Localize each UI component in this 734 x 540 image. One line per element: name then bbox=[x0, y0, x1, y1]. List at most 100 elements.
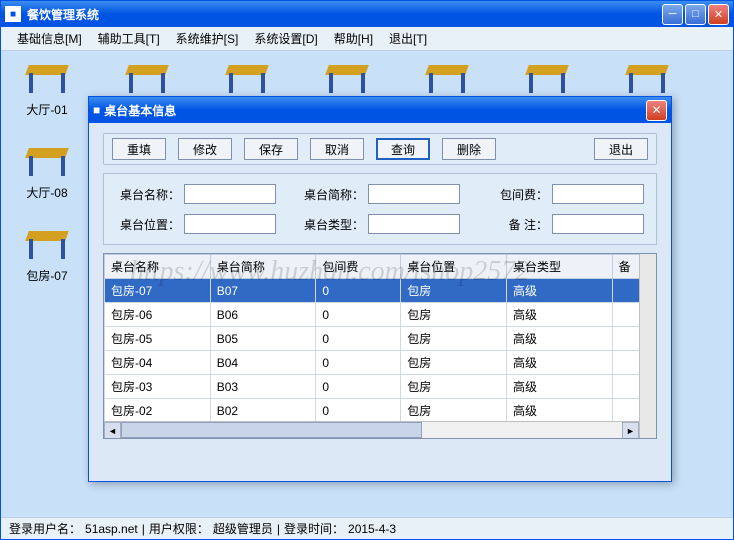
dialog-title: 桌台基本信息 bbox=[104, 102, 646, 119]
table-row[interactable]: 包房-03B030包房高级 bbox=[105, 375, 656, 399]
position-label: 桌台位置： bbox=[116, 216, 180, 233]
fee-input[interactable] bbox=[552, 184, 644, 204]
table-row[interactable]: 包房-02B020包房高级 bbox=[105, 399, 656, 423]
table-row[interactable]: 包房-04B040包房高级 bbox=[105, 351, 656, 375]
dialog-close-button[interactable]: ✕ bbox=[646, 100, 667, 121]
horizontal-scrollbar[interactable]: ◄ ► bbox=[104, 421, 639, 438]
menu-exit[interactable]: 退出[T] bbox=[381, 28, 435, 49]
cell-name: 包房-02 bbox=[105, 399, 211, 423]
desk-item[interactable]: 大厅-01 bbox=[21, 59, 73, 118]
type-label: 桌台类型： bbox=[300, 216, 364, 233]
exit-button[interactable]: 退出 bbox=[594, 138, 648, 160]
dialog-body: 重填 修改 保存 取消 查询 删除 退出 桌台名称： 桌台简称： 包间费： bbox=[89, 123, 671, 481]
abbr-input[interactable] bbox=[368, 184, 460, 204]
table-row[interactable]: 包房-07B070包房高级 bbox=[105, 279, 656, 303]
field-position: 桌台位置： bbox=[116, 214, 276, 234]
fee-label: 包间费： bbox=[484, 186, 548, 203]
table-info-dialog: ■ 桌台基本信息 ✕ 重填 修改 保存 取消 查询 删除 退出 桌台名称： 桌台… bbox=[88, 96, 672, 482]
menubar: 基础信息[M] 辅助工具[T] 系统维护[S] 系统设置[D] 帮助[H] 退出… bbox=[1, 27, 733, 51]
cell-pos: 包房 bbox=[401, 303, 507, 327]
desk-item[interactable]: 大厅-08 bbox=[21, 142, 73, 201]
menu-basic-info[interactable]: 基础信息[M] bbox=[9, 28, 90, 49]
scroll-track[interactable] bbox=[121, 422, 622, 438]
table-row[interactable]: 包房-06B060包房高级 bbox=[105, 303, 656, 327]
cell-pos: 包房 bbox=[401, 375, 507, 399]
dialog-icon: ■ bbox=[93, 103, 100, 117]
type-input[interactable] bbox=[368, 214, 460, 234]
main-titlebar: ■ 餐饮管理系统 ─ □ ✕ bbox=[1, 1, 733, 27]
save-button[interactable]: 保存 bbox=[244, 138, 298, 160]
table-wrap: 桌台名称 桌台简称 包间费 桌台位置 桌台类型 备 包房-07B070包房高级包… bbox=[103, 253, 657, 439]
dialog-titlebar: ■ 桌台基本信息 ✕ bbox=[89, 97, 671, 123]
desk-item[interactable]: 包房-07 bbox=[21, 225, 73, 284]
desk-icon bbox=[623, 59, 671, 99]
col-abbr[interactable]: 桌台简称 bbox=[210, 255, 316, 279]
cell-abbr: B06 bbox=[210, 303, 316, 327]
desk-icon bbox=[23, 225, 71, 265]
cell-fee: 0 bbox=[316, 351, 401, 375]
name-input[interactable] bbox=[184, 184, 276, 204]
close-button[interactable]: ✕ bbox=[708, 4, 729, 25]
window-controls: ─ □ ✕ bbox=[662, 4, 729, 25]
cancel-button[interactable]: 取消 bbox=[310, 138, 364, 160]
desk-label: 大厅-08 bbox=[26, 184, 67, 201]
cell-fee: 0 bbox=[316, 375, 401, 399]
desk-label: 包房-07 bbox=[26, 267, 67, 284]
field-type: 桌台类型： bbox=[300, 214, 460, 234]
delete-button[interactable]: 删除 bbox=[442, 138, 496, 160]
col-pos[interactable]: 桌台位置 bbox=[401, 255, 507, 279]
cell-fee: 0 bbox=[316, 327, 401, 351]
app-icon: ■ bbox=[5, 6, 21, 22]
cell-abbr: B02 bbox=[210, 399, 316, 423]
field-name: 桌台名称： bbox=[116, 184, 276, 204]
col-type[interactable]: 桌台类型 bbox=[506, 255, 612, 279]
cell-abbr: B05 bbox=[210, 327, 316, 351]
query-button[interactable]: 查询 bbox=[376, 138, 430, 160]
menu-settings[interactable]: 系统设置[D] bbox=[246, 28, 325, 49]
desk-icon bbox=[123, 59, 171, 99]
cell-type: 高级 bbox=[506, 279, 612, 303]
col-name[interactable]: 桌台名称 bbox=[105, 255, 211, 279]
abbr-label: 桌台简称： bbox=[300, 186, 364, 203]
cell-pos: 包房 bbox=[401, 399, 507, 423]
modify-button[interactable]: 修改 bbox=[178, 138, 232, 160]
desk-icon bbox=[23, 142, 71, 182]
scroll-right-icon[interactable]: ► bbox=[622, 422, 639, 439]
field-abbr: 桌台简称： bbox=[300, 184, 460, 204]
status-sep: | bbox=[277, 522, 280, 536]
refill-button[interactable]: 重填 bbox=[112, 138, 166, 160]
status-role-value: 超级管理员 bbox=[213, 520, 273, 537]
scroll-left-icon[interactable]: ◄ bbox=[104, 422, 121, 439]
menu-help[interactable]: 帮助[H] bbox=[326, 28, 381, 49]
field-remark: 备 注： bbox=[484, 214, 644, 234]
cell-pos: 包房 bbox=[401, 327, 507, 351]
vertical-scrollbar[interactable] bbox=[639, 254, 656, 438]
data-grid[interactable]: 桌台名称 桌台简称 包间费 桌台位置 桌台类型 备 包房-07B070包房高级包… bbox=[104, 254, 656, 439]
table-row[interactable]: 包房-05B050包房高级 bbox=[105, 327, 656, 351]
cell-name: 包房-06 bbox=[105, 303, 211, 327]
status-sep: | bbox=[142, 522, 145, 536]
cell-abbr: B04 bbox=[210, 351, 316, 375]
desk-label: 大厅-01 bbox=[26, 101, 67, 118]
minimize-button[interactable]: ─ bbox=[662, 4, 683, 25]
menu-maintenance[interactable]: 系统维护[S] bbox=[168, 28, 247, 49]
status-user-value: 51asp.net bbox=[85, 522, 138, 536]
status-user-label: 登录用户名： bbox=[9, 520, 81, 537]
menu-tools[interactable]: 辅助工具[T] bbox=[90, 28, 168, 49]
cell-name: 包房-07 bbox=[105, 279, 211, 303]
cell-abbr: B07 bbox=[210, 279, 316, 303]
position-input[interactable] bbox=[184, 214, 276, 234]
desk-icon bbox=[423, 59, 471, 99]
status-role-label: 用户权限： bbox=[149, 520, 209, 537]
col-fee[interactable]: 包间费 bbox=[316, 255, 401, 279]
cell-type: 高级 bbox=[506, 351, 612, 375]
maximize-button[interactable]: □ bbox=[685, 4, 706, 25]
remark-input[interactable] bbox=[552, 214, 644, 234]
header-row: 桌台名称 桌台简称 包间费 桌台位置 桌台类型 备 bbox=[105, 255, 656, 279]
button-row: 重填 修改 保存 取消 查询 删除 退出 bbox=[103, 133, 657, 165]
scroll-thumb[interactable] bbox=[121, 422, 422, 438]
status-time-label: 登录时间： bbox=[284, 520, 344, 537]
status-time-value: 2015-4-3 bbox=[348, 522, 396, 536]
cell-type: 高级 bbox=[506, 303, 612, 327]
cell-fee: 0 bbox=[316, 279, 401, 303]
